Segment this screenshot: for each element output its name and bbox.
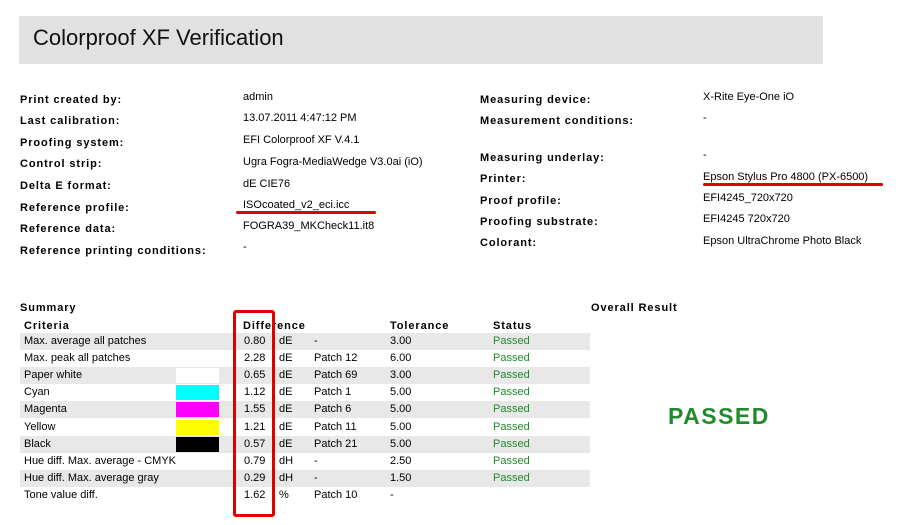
row-status: Passed	[493, 455, 530, 467]
row-tolerance: 1.50	[390, 472, 412, 484]
overall-result-title: Overall Result	[591, 302, 678, 314]
summary-title: Summary	[20, 302, 77, 314]
row-patch: Patch 6	[314, 403, 352, 415]
row-criteria: Max. peak all patches	[24, 352, 131, 364]
highlight-underline-reference-profile	[236, 211, 376, 214]
row-status: Passed	[493, 421, 530, 433]
color-swatch	[176, 385, 219, 400]
row-patch: Patch 11	[314, 421, 357, 433]
label-proofing-system: Proofing system:	[20, 137, 125, 149]
label-measuring-device: Measuring device:	[480, 94, 592, 106]
row-status: Passed	[493, 472, 530, 484]
row-criteria: Yellow	[24, 421, 56, 433]
row-criteria: Magenta	[24, 403, 67, 415]
row-tolerance: 5.00	[390, 421, 412, 433]
header-status: Status	[493, 320, 533, 332]
label-reference-data: Reference data:	[20, 223, 117, 235]
row-status: Passed	[493, 335, 530, 347]
row-unit: dE	[279, 421, 293, 433]
color-swatch	[176, 368, 219, 383]
label-last-calibration: Last calibration:	[20, 115, 121, 127]
row-criteria: Hue diff. Max. average gray	[24, 472, 159, 484]
value-reference-data: FOGRA39_MKCheck11.it8	[243, 220, 375, 232]
row-unit: dE	[279, 403, 293, 415]
row-status: Passed	[493, 386, 530, 398]
value-printer: Epson Stylus Pro 4800 (PX-6500)	[703, 171, 869, 183]
label-printer: Printer:	[480, 173, 527, 185]
row-patch: Patch 10	[314, 489, 358, 501]
row-unit: dH	[279, 472, 294, 484]
highlight-underline-printer	[703, 183, 883, 186]
label-proof-profile: Proof profile:	[480, 195, 562, 207]
row-tolerance: 3.00	[390, 335, 412, 347]
label-measurement-conditions: Measurement conditions:	[480, 115, 634, 127]
value-colorant: Epson UltraChrome Photo Black	[703, 235, 862, 247]
color-swatch	[176, 420, 219, 435]
value-delta-e-format: dE CIE76	[243, 178, 291, 190]
row-unit: dH	[279, 455, 294, 467]
label-control-strip: Control strip:	[20, 158, 103, 170]
row-patch: Patch 21	[314, 438, 358, 450]
row-status: Passed	[493, 438, 530, 450]
title-bar: Colorproof XF Verification	[19, 16, 823, 64]
highlight-box-difference	[233, 310, 275, 517]
row-criteria: Cyan	[24, 386, 50, 398]
value-print-created-by: admin	[243, 91, 273, 103]
label-reference-printing-conditions: Reference printing conditions:	[20, 245, 207, 257]
label-print-created-by: Print created by:	[20, 94, 123, 106]
row-tolerance: 6.00	[390, 352, 412, 364]
header-tolerance: Tolerance	[390, 320, 450, 332]
row-unit: dE	[279, 386, 293, 398]
row-patch: -	[314, 472, 318, 484]
row-tolerance: 2.50	[390, 455, 412, 467]
row-criteria: Paper white	[24, 369, 83, 381]
value-measuring-underlay: -	[703, 149, 707, 161]
label-proofing-substrate: Proofing substrate:	[480, 216, 599, 228]
row-unit: %	[279, 489, 289, 501]
value-control-strip: Ugra Fogra-MediaWedge V3.0ai (iO)	[243, 156, 423, 168]
row-patch: Patch 12	[314, 352, 358, 364]
label-colorant: Colorant:	[480, 237, 537, 249]
row-patch: -	[314, 455, 318, 467]
label-delta-e-format: Delta E format:	[20, 180, 112, 192]
value-reference-profile: ISOcoated_v2_eci.icc	[243, 199, 350, 211]
color-swatch	[176, 437, 219, 452]
row-criteria: Black	[24, 438, 51, 450]
value-reference-printing-conditions: -	[243, 241, 247, 253]
row-criteria: Tone value diff.	[24, 489, 98, 501]
label-measuring-underlay: Measuring underlay:	[480, 152, 605, 164]
value-measurement-conditions: -	[703, 112, 707, 124]
row-status: Passed	[493, 403, 530, 415]
row-unit: dE	[279, 352, 293, 364]
row-tolerance: 5.00	[390, 438, 412, 450]
value-proofing-substrate: EFI4245 720x720	[703, 213, 790, 225]
row-patch: Patch 1	[314, 386, 352, 398]
row-unit: dE	[279, 369, 293, 381]
row-criteria: Max. average all patches	[24, 335, 147, 347]
row-patch: Patch 69	[314, 369, 358, 381]
header-criteria: Criteria	[24, 320, 70, 332]
row-tolerance: 5.00	[390, 386, 412, 398]
value-proofing-system: EFI Colorproof XF V.4.1	[243, 134, 360, 146]
row-status: Passed	[493, 352, 530, 364]
color-swatch	[176, 402, 219, 417]
value-measuring-device: X-Rite Eye-One iO	[703, 91, 795, 103]
value-last-calibration: 13.07.2011 4:47:12 PM	[243, 112, 357, 124]
label-reference-profile: Reference profile:	[20, 202, 130, 214]
row-tolerance: 5.00	[390, 403, 412, 415]
value-proof-profile: EFI4245_720x720	[703, 192, 793, 204]
overall-result-value: PASSED	[668, 403, 770, 429]
row-patch: -	[314, 335, 318, 347]
row-tolerance: -	[390, 489, 394, 501]
page-title: Colorproof XF Verification	[33, 25, 284, 50]
row-status: Passed	[493, 369, 530, 381]
row-tolerance: 3.00	[390, 369, 412, 381]
row-criteria: Hue diff. Max. average - CMYK	[24, 455, 177, 467]
row-unit: dE	[279, 335, 293, 347]
row-unit: dE	[279, 438, 293, 450]
